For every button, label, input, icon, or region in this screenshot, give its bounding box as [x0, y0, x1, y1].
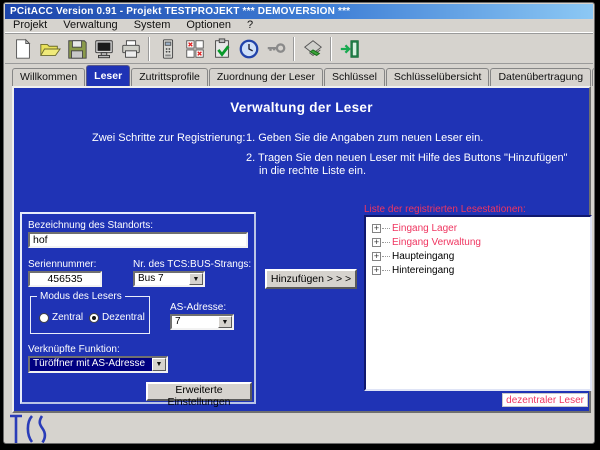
reader-device-icon[interactable]	[154, 35, 181, 62]
print-icon[interactable]	[117, 35, 144, 62]
mode-group-label: Modus des Lesers	[37, 291, 125, 302]
steps-label: Zwei Schritte zur Registrierung:	[92, 132, 245, 144]
window-title: PCitACC Version 0.91 - Projekt TESTPROJE…	[10, 6, 350, 17]
open-project-icon[interactable]	[36, 35, 63, 62]
location-input[interactable]	[28, 232, 248, 248]
app-window: PCitACC Version 0.91 - Projekt TESTPROJE…	[3, 2, 595, 444]
tree-connector	[382, 256, 390, 257]
advanced-settings-button[interactable]: Erweiterte Einstellungen	[146, 382, 252, 401]
tabstrip: Willkommen Leser Zutrittsprofile Zuordnu…	[12, 65, 589, 86]
function-select[interactable]: Türöffner mit AS-Adresse ▼	[28, 356, 168, 373]
toolbar-separator	[293, 37, 295, 61]
radio-zentral-label: Zentral	[52, 312, 83, 323]
radio-zentral-icon[interactable]	[39, 313, 49, 323]
step-2-text-line1: 2. Tragen Sie den neuen Leser mit Hilfe …	[246, 152, 568, 164]
tree-item-label: Eingang Lager	[392, 223, 457, 234]
tree-connector	[382, 242, 390, 243]
registered-readers-label: Liste der registrierten Lesestationen:	[364, 204, 526, 215]
status-badge: dezentraler Leser	[502, 393, 588, 407]
tree-item-eingang-lager[interactable]: + Eingang Lager	[372, 221, 590, 235]
new-document-icon[interactable]	[9, 35, 36, 62]
radio-dezentral[interactable]: Dezentral	[89, 312, 145, 323]
step-1-text: 1. Geben Sie die Angaben zum neuen Leser…	[246, 132, 483, 144]
menu-projekt[interactable]: Projekt	[5, 19, 55, 32]
expand-plus-icon[interactable]: +	[372, 252, 381, 261]
location-label: Bezeichnung des Standorts:	[28, 220, 153, 231]
menubar: Projekt Verwaltung System Optionen ?	[5, 19, 593, 33]
radio-zentral[interactable]: Zentral	[39, 312, 83, 323]
radio-dezentral-label: Dezentral	[102, 312, 145, 323]
toolbar-separator	[148, 37, 150, 61]
function-select-value: Türöffner mit AS-Adresse	[30, 358, 152, 371]
expand-plus-icon[interactable]: +	[372, 238, 381, 247]
menu-optionen[interactable]: Optionen	[178, 19, 239, 32]
registered-readers-list[interactable]: + Eingang Lager + Eingang Verwaltung + H…	[364, 215, 592, 391]
chevron-down-icon[interactable]: ▼	[218, 316, 232, 328]
toolbar-separator	[330, 37, 332, 61]
as-address-select[interactable]: 7 ▼	[170, 314, 234, 330]
function-label: Verknüpfte Funktion:	[28, 344, 120, 355]
tree-item-eingang-verwaltung[interactable]: + Eingang Verwaltung	[372, 235, 590, 249]
serial-label: Seriennummer:	[28, 259, 96, 270]
tab-willkommen[interactable]: Willkommen	[12, 68, 85, 86]
menu-system[interactable]: System	[126, 19, 179, 32]
checklist-icon[interactable]	[208, 35, 235, 62]
tab-leser[interactable]: Leser	[86, 65, 130, 86]
tcs-logo	[8, 413, 54, 444]
tree-connector	[382, 270, 390, 271]
tree-item-label: Hintereingang	[392, 265, 454, 276]
as-address-value: 7	[172, 316, 218, 328]
tree-item-hintereingang[interactable]: + Hintereingang	[372, 263, 590, 277]
menu-help[interactable]: ?	[239, 19, 261, 32]
tab-schluessel[interactable]: Schlüssel	[324, 68, 385, 86]
add-reader-button[interactable]: Hinzufügen > > >	[265, 269, 357, 289]
bus-select-value: Bus 7	[135, 273, 189, 285]
tree-item-label: Eingang Verwaltung	[392, 237, 481, 248]
titlebar: PCitACC Version 0.91 - Projekt TESTPROJE…	[5, 4, 593, 19]
tab-monitor[interactable]: Monitor	[592, 68, 595, 86]
serial-input[interactable]	[28, 271, 102, 287]
menu-verwaltung[interactable]: Verwaltung	[55, 19, 125, 32]
key-icon[interactable]	[262, 35, 289, 62]
expand-plus-icon[interactable]: +	[372, 224, 381, 233]
card-reader-icon[interactable]	[299, 35, 326, 62]
tree-item-label: Haupteingang	[392, 251, 454, 262]
monitor-view-icon[interactable]	[90, 35, 117, 62]
save-icon[interactable]	[63, 35, 90, 62]
tab-zutrittsprofile[interactable]: Zutrittsprofile	[131, 68, 208, 86]
tree-connector	[382, 228, 390, 229]
exit-icon[interactable]	[336, 35, 363, 62]
leser-tab-panel: Verwaltung der Leser Zwei Schritte zur R…	[12, 86, 591, 413]
expand-plus-icon[interactable]: +	[372, 266, 381, 275]
tab-datenuebertragung[interactable]: Datenübertragung	[490, 68, 591, 86]
radio-dezentral-icon[interactable]	[89, 313, 99, 323]
access-grid-icon[interactable]	[181, 35, 208, 62]
page-title: Verwaltung der Leser	[14, 100, 589, 115]
new-reader-form: Bezeichnung des Standorts: Seriennummer:…	[20, 212, 256, 404]
bus-select[interactable]: Bus 7 ▼	[133, 271, 205, 287]
chevron-down-icon[interactable]: ▼	[152, 358, 166, 371]
crt-screen: PCitACC Version 0.91 - Projekt TESTPROJE…	[0, 0, 600, 450]
toolbar	[5, 33, 593, 64]
chevron-down-icon[interactable]: ▼	[189, 273, 203, 285]
tab-zuordnung-der-leser[interactable]: Zuordnung der Leser	[209, 68, 323, 86]
tree-item-haupteingang[interactable]: + Haupteingang	[372, 249, 590, 263]
bus-label: Nr. des TCS:BUS-Strangs:	[133, 259, 251, 270]
tab-schluesseluebersicht[interactable]: Schlüsselübersicht	[386, 68, 490, 86]
step-2-text-line2: in die rechte Liste ein.	[259, 165, 366, 177]
as-address-label: AS-Adresse:	[170, 302, 226, 313]
clock-icon[interactable]	[235, 35, 262, 62]
mode-groupbox: Modus des Lesers Zentral Dezentral	[30, 296, 150, 334]
